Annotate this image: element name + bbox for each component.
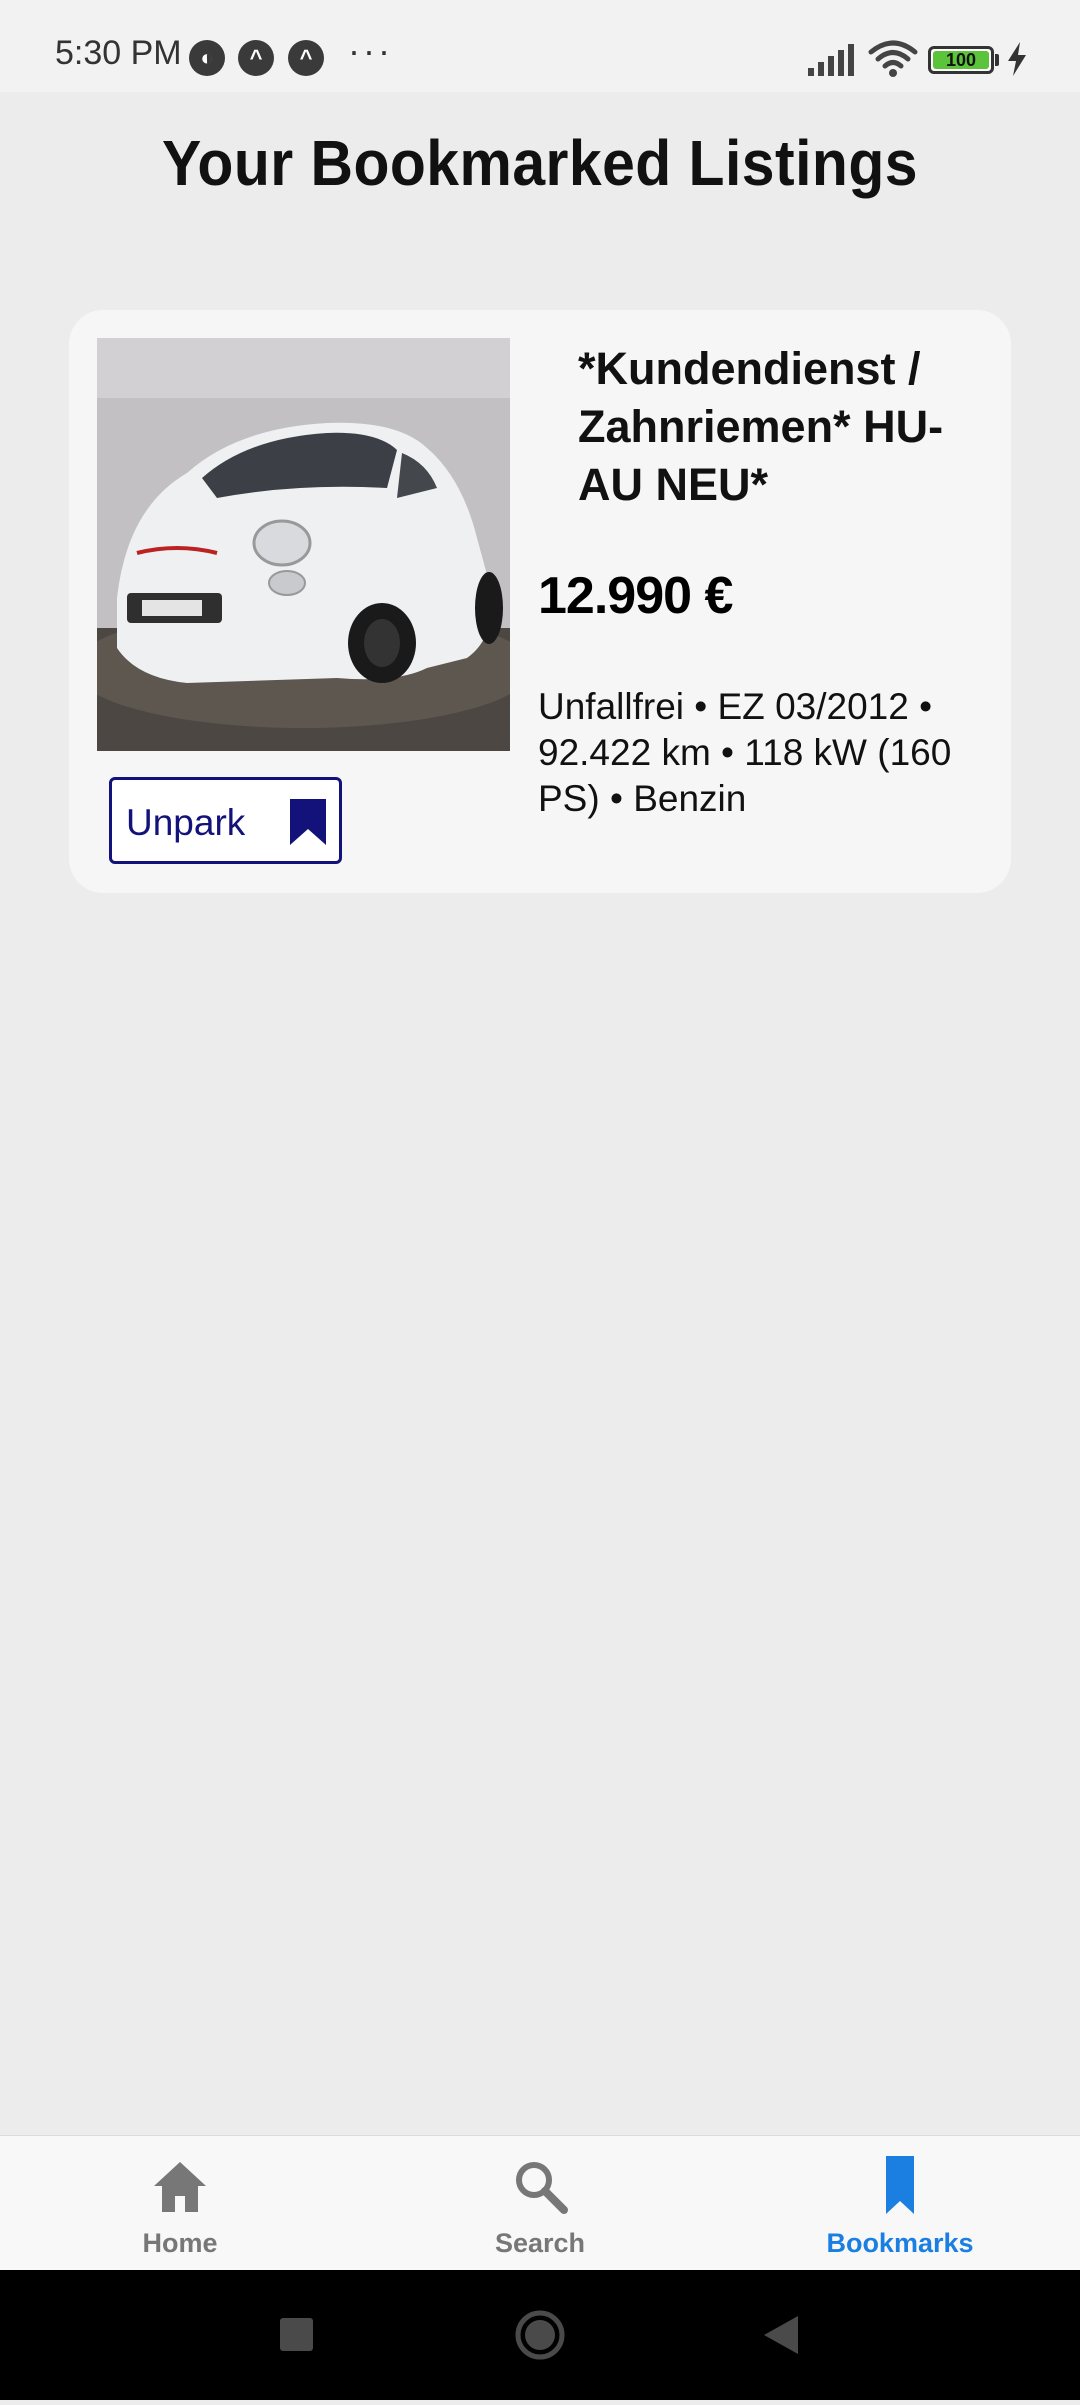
caret-app-icon: ^ [238, 40, 274, 76]
bottom-navigation: Home Search Bookmarks [0, 2135, 1080, 2271]
back-button[interactable] [720, 2270, 840, 2400]
search-icon [516, 2162, 568, 2214]
system-navigation-bar [0, 2270, 1080, 2400]
unpark-button[interactable]: Unpark [109, 777, 342, 864]
battery-icon: 100 [928, 46, 994, 74]
nav-label-home: Home [142, 2228, 218, 2258]
status-time: 5:30 PM [55, 34, 182, 72]
bookmark-filled-icon [290, 799, 326, 845]
listing-card[interactable]: Unpark *Kundendienst / Zahnriemen* HU-AU… [69, 310, 1011, 893]
listing-image[interactable] [97, 338, 510, 751]
home-system-button[interactable] [480, 2270, 600, 2400]
listing-price: 12.990 € [538, 567, 733, 625]
unpark-label: Unpark [126, 802, 246, 843]
charging-icon [1008, 42, 1026, 76]
bookmark-icon [886, 2156, 914, 2214]
caret-app-icon: ^ [288, 40, 324, 76]
nav-label-bookmarks: Bookmarks [826, 2228, 974, 2258]
listing-details: Unfallfrei • EZ 03/2012 • 92.422 km • 11… [538, 686, 952, 819]
back-triangle-icon [764, 2316, 798, 2354]
listing-title[interactable]: *Kundendienst / Zahnriemen* HU-AU NEU* [578, 340, 998, 514]
nav-label-search: Search [494, 2228, 586, 2258]
recent-apps-button[interactable] [237, 2270, 357, 2400]
nav-item-home[interactable]: Home [70, 2136, 290, 2271]
status-bar: 5:30 PM ◐ ^ ^ ··· 100 [0, 0, 1080, 92]
circle-icon [515, 2310, 565, 2360]
square-icon [280, 2318, 313, 2351]
nav-item-bookmarks[interactable]: Bookmarks [790, 2136, 1010, 2271]
signal-icon [808, 44, 854, 76]
notification-app-icon: ◐ [189, 40, 225, 76]
home-icon [154, 2162, 206, 2212]
wifi-icon [868, 40, 918, 77]
battery-level: 100 [933, 51, 989, 70]
overflow-dots-icon: ··· [348, 30, 393, 71]
nav-item-search[interactable]: Search [430, 2136, 650, 2271]
page-title: Your Bookmarked Listings [162, 127, 918, 199]
car-photo [97, 338, 510, 751]
battery-nub [995, 54, 999, 66]
